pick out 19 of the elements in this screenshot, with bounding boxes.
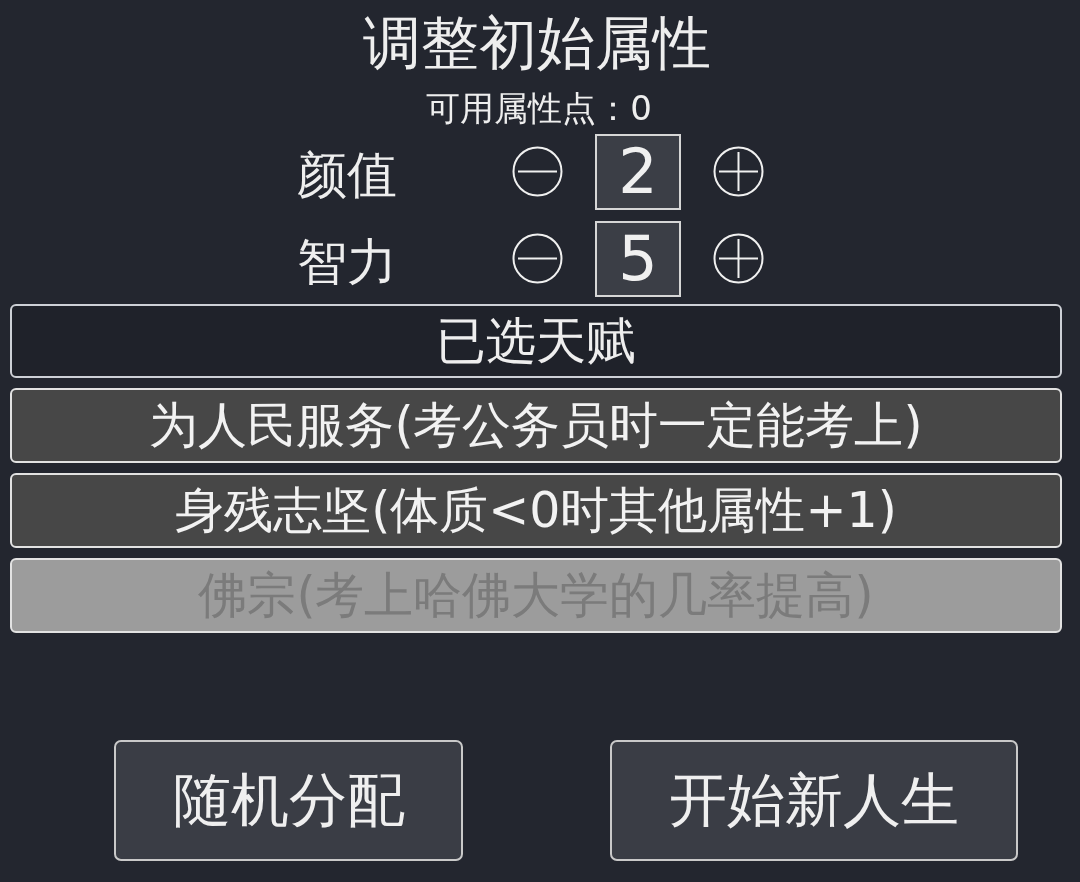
attribute-value-field[interactable]: 5 bbox=[595, 220, 681, 297]
random-allocate-button[interactable]: 随机分配 bbox=[114, 740, 463, 861]
decrease-button[interactable] bbox=[512, 233, 563, 284]
start-button[interactable]: 开始新人生 bbox=[610, 740, 1018, 861]
selected-talents-header: 已选天赋 bbox=[10, 304, 1062, 378]
available-points-label: 可用属性点：0 bbox=[426, 88, 652, 128]
decrease-button[interactable] bbox=[512, 146, 563, 197]
minus-icon bbox=[512, 146, 563, 197]
minus-icon bbox=[512, 233, 563, 284]
talent-item[interactable]: 身残志坚(体质<0时其他属性+1) bbox=[10, 473, 1062, 548]
attribute-value-field[interactable]: 2 bbox=[595, 133, 681, 210]
page-title: 调整初始属性 bbox=[363, 10, 711, 76]
increase-button[interactable] bbox=[713, 146, 764, 197]
increase-button[interactable] bbox=[713, 233, 764, 284]
attribute-label: 智力 bbox=[297, 233, 398, 290]
attribute-label: 颜值 bbox=[297, 146, 398, 203]
plus-icon bbox=[713, 233, 764, 284]
talent-item[interactable]: 为人民服务(考公务员时一定能考上) bbox=[10, 388, 1062, 463]
plus-icon bbox=[713, 146, 764, 197]
